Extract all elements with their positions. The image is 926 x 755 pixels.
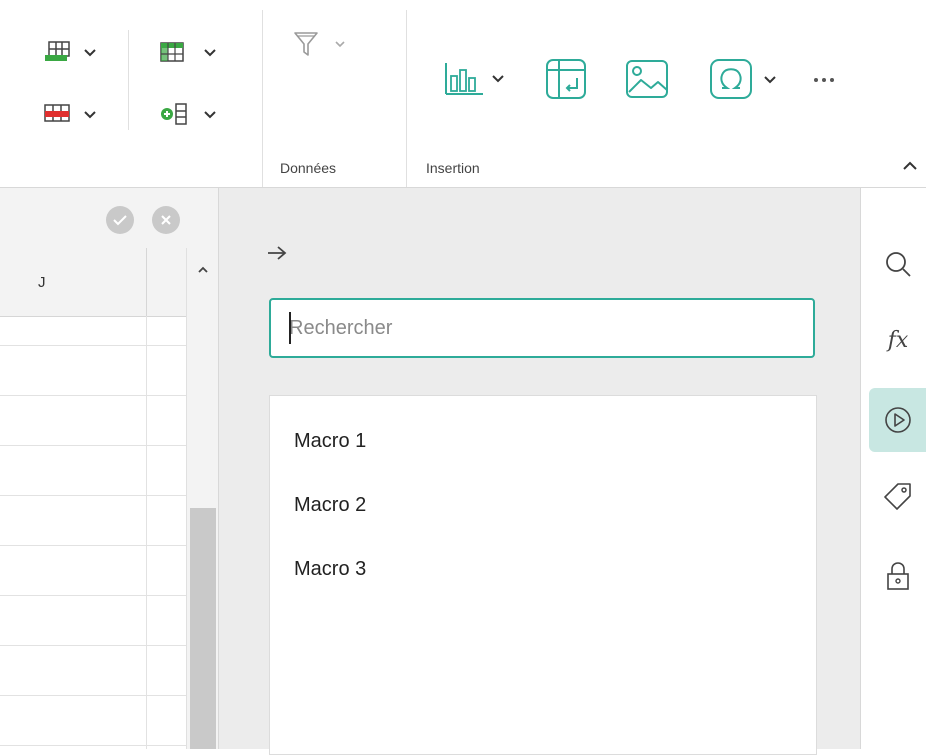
symbol-button[interactable] [700,54,784,104]
filter-icon [294,32,318,56]
grid-row-line [0,745,186,746]
cancel-button[interactable] [152,206,180,234]
list-item-macro-2[interactable]: Macro 2 [294,494,366,517]
image-button[interactable] [620,54,674,104]
table-delete-icon [44,104,70,122]
close-panel-button[interactable] [265,244,295,270]
chevron-down-icon [204,111,216,119]
more-icon [814,78,834,82]
macro-play-icon [885,407,911,433]
macro-panel: Macro 1 Macro 2 Macro 3 [218,188,861,755]
table-insert-icon [45,41,70,61]
chart-icon [445,63,483,95]
right-side-rail: fx [860,188,926,749]
chevron-down-icon [84,49,96,57]
function-icon: fx [887,327,909,353]
grid-row-line [0,495,186,496]
grid-row-line [0,695,186,696]
chevron-down-icon [204,49,216,57]
grid-row-line [0,545,186,546]
grid-row-line [0,345,186,346]
tag-icon [884,483,911,510]
close-icon [161,215,171,225]
group-label-insert: Insertion [426,160,480,176]
rail-lock-button[interactable] [869,544,926,608]
chevron-up-icon [198,266,208,273]
pivot-table-button[interactable] [540,54,592,104]
column-header-j[interactable]: J [38,274,46,291]
more-button[interactable] [808,66,840,94]
table-style-button[interactable] [148,38,228,66]
omega-icon [710,59,752,99]
chevron-down-icon [335,41,345,48]
chevron-down-icon [84,111,96,119]
check-icon [113,215,127,226]
grid-row-line [0,645,186,646]
table-style-icon [160,42,184,62]
search-icon [886,252,911,277]
divider [128,30,129,130]
chevron-down-icon [492,75,504,83]
chevron-up-icon [903,161,917,170]
insert-rows-button[interactable] [30,38,110,66]
filter-button[interactable] [284,26,356,62]
grid-row-line [0,595,186,596]
formula-actions [0,188,218,248]
grid-row-line [0,395,186,396]
list-item-macro-3[interactable]: Macro 3 [294,558,366,581]
vertical-scrollbar[interactable] [186,248,219,749]
search-input[interactable] [269,298,815,358]
chart-button[interactable] [428,56,520,100]
scroll-up-button[interactable] [193,262,213,278]
collapse-ribbon-button[interactable] [896,154,924,178]
divider [262,10,263,187]
column-divider [146,248,147,316]
text-cursor [289,312,291,344]
grid-row-line [0,445,186,446]
rail-search-button[interactable] [869,232,926,296]
accept-button[interactable] [106,206,134,234]
chevron-down-icon [764,76,776,84]
macro-list: Macro 1 Macro 2 Macro 3 [269,395,817,755]
insert-cells-button[interactable] [148,100,228,128]
pivot-table-icon [546,59,586,99]
rail-function-button[interactable]: fx [869,308,926,372]
delete-rows-button[interactable] [30,100,110,128]
arrow-right-icon [268,246,287,260]
image-icon [626,60,668,98]
grid-column-line [146,316,147,749]
insert-cells-icon [161,103,187,125]
lock-icon [887,562,909,590]
rail-macro-button[interactable] [869,388,926,452]
group-label-data: Données [280,160,337,176]
scrollbar-thumb[interactable] [190,508,216,749]
rail-tag-button[interactable] [869,464,926,528]
ribbon: Données Insertion [0,0,926,188]
column-header-row: J [0,248,186,317]
divider [406,10,407,187]
list-item-macro-1[interactable]: Macro 1 [294,430,366,453]
